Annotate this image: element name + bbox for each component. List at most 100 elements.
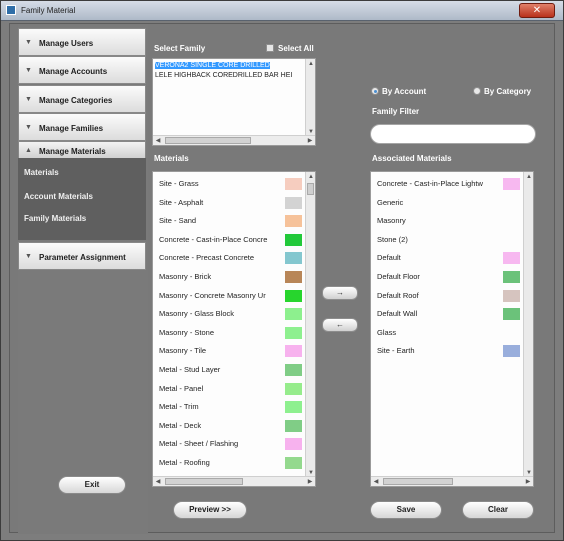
sidebar-item-label: Manage Users <box>39 39 94 48</box>
associated-material-row[interactable]: Default Roof <box>375 288 525 304</box>
associated-materials-label: Associated Materials <box>372 154 452 163</box>
associated-material-row[interactable]: Default Wall <box>375 306 525 322</box>
associated-material-row[interactable]: Generic <box>375 195 525 211</box>
by-category-radio[interactable] <box>473 87 481 95</box>
sidebar-item-label: Manage Categories <box>39 96 113 105</box>
material-color-swatch <box>503 289 520 302</box>
chevron-up-icon: ▲ <box>25 147 32 154</box>
title-bar[interactable]: Family Material ✕ <box>1 1 563 21</box>
scroll-right-icon[interactable]: ▶ <box>305 477 315 486</box>
scroll-right-icon[interactable]: ▶ <box>523 477 533 486</box>
add-material-button[interactable]: → <box>322 286 358 300</box>
material-row[interactable]: Metal - Roofing <box>157 455 307 471</box>
scroll-left-icon[interactable]: ◀ <box>153 477 163 486</box>
material-color-swatch <box>503 271 520 283</box>
preview-button[interactable]: Preview >> <box>173 501 247 519</box>
associated-material-row[interactable]: Masonry <box>375 213 525 229</box>
material-row[interactable]: Concrete - Precast Concrete <box>157 250 307 266</box>
scroll-up-icon[interactable]: ▲ <box>307 173 315 181</box>
material-row[interactable]: Site - Grass <box>157 176 307 192</box>
clear-button[interactable]: Clear <box>462 501 534 519</box>
scroll-left-icon[interactable]: ◀ <box>153 136 163 145</box>
material-color-swatch <box>285 271 302 283</box>
material-name: Masonry - Tile <box>159 346 207 356</box>
chevron-down-icon: ▼ <box>25 253 32 260</box>
scroll-up-icon[interactable]: ▲ <box>525 173 533 181</box>
family-item[interactable]: LELE HIGHBACK COREDRILLED BAR HEI <box>155 72 292 79</box>
remove-material-button[interactable]: ← <box>322 318 358 332</box>
material-row[interactable]: Masonry - Glass Block <box>157 306 307 322</box>
material-color-swatch <box>285 252 302 265</box>
sidebar-item-parameter-assignment[interactable]: ▼ Parameter Assignment <box>18 242 146 270</box>
material-row[interactable]: Masonry - Tile <box>157 343 307 359</box>
material-name: Default Floor <box>377 272 420 281</box>
associated-material-row[interactable]: Default Floor <box>375 269 525 285</box>
exit-button[interactable]: Exit <box>58 476 126 494</box>
family-horizontal-scrollbar[interactable]: ◀ ▶ <box>153 135 315 145</box>
material-row[interactable]: Site - Sand <box>157 213 307 229</box>
material-row[interactable]: Metal - Trim <box>157 399 307 415</box>
scroll-up-icon[interactable]: ▲ <box>307 60 315 68</box>
family-listbox[interactable]: VERONA2 SINGLE CORE DRILLED LELE HIGHBAC… <box>152 58 316 146</box>
material-row[interactable]: Masonry - Stone <box>157 325 307 341</box>
associated-material-row[interactable]: Concrete - Cast-in-Place Lightw <box>375 176 525 192</box>
by-account-radio[interactable] <box>371 87 379 95</box>
sidebar-item-label: Parameter Assignment <box>39 253 126 262</box>
close-button[interactable]: ✕ <box>519 3 555 18</box>
material-row[interactable]: Concrete - Cast-in-Place Concre <box>157 232 307 248</box>
sidebar-item-manage-materials[interactable]: ▲ Manage Materials <box>18 141 146 159</box>
sidebar-item-manage-users[interactable]: ▼ Manage Users <box>18 28 146 56</box>
material-row[interactable]: Metal - Deck <box>157 418 307 434</box>
material-row[interactable]: Masonry - Concrete Masonry Ur <box>157 288 307 304</box>
associated-material-row[interactable]: Site - Earth <box>375 343 525 359</box>
associated-materials-listbox[interactable]: ▲ ▼ ◀ ▶ Concrete - Cast-in-Place Lightw G… <box>370 171 534 487</box>
material-row[interactable]: Masonry - Brick <box>157 269 307 285</box>
material-color-swatch <box>285 419 302 432</box>
by-account-label: By Account <box>382 87 427 96</box>
sidebar-item-manage-accounts[interactable]: ▼ Manage Accounts <box>18 56 146 84</box>
sidebar-item-label: Manage Families <box>39 124 104 133</box>
materials-listbox[interactable]: ▲ ▼ ◀ ▶ Site - Grass Site - Asphalt Site -… <box>152 171 316 487</box>
family-item[interactable]: VERONA2 SINGLE CORE DRILLED <box>155 62 270 69</box>
select-all-checkbox[interactable] <box>266 44 274 52</box>
sidebar-subitem-materials[interactable]: Materials <box>24 168 59 177</box>
material-color-swatch <box>503 178 520 190</box>
materials-horizontal-scrollbar[interactable]: ◀ ▶ <box>153 476 315 486</box>
scroll-thumb[interactable] <box>307 183 314 195</box>
sidebar-subitem-account-materials[interactable]: Account Materials <box>24 192 93 201</box>
save-button[interactable]: Save <box>370 501 442 519</box>
family-vertical-scrollbar[interactable]: ▲ ▼ <box>305 59 315 137</box>
material-color-swatch <box>285 326 302 339</box>
material-row[interactable]: Metal - Panel <box>157 381 307 397</box>
sidebar-item-manage-categories[interactable]: ▼ Manage Categories <box>18 85 146 113</box>
family-filter-input[interactable] <box>370 124 536 144</box>
sidebar-subitem-family-materials[interactable]: Family Materials <box>24 214 86 223</box>
associated-material-row[interactable]: Default <box>375 250 525 266</box>
material-color-swatch <box>503 252 520 265</box>
scroll-left-icon[interactable]: ◀ <box>371 477 381 486</box>
select-family-label: Select Family <box>154 44 206 53</box>
window-title: Family Material <box>21 6 76 15</box>
scroll-right-icon[interactable]: ▶ <box>305 136 315 145</box>
material-color-swatch <box>503 308 520 321</box>
scroll-thumb[interactable] <box>165 478 243 485</box>
material-name: Metal - Panel <box>159 383 204 393</box>
sidebar-item-manage-families[interactable]: ▼ Manage Families <box>18 113 146 141</box>
associated-material-row[interactable]: Stone (2) <box>375 232 525 248</box>
material-color-swatch <box>285 196 302 209</box>
scroll-thumb[interactable] <box>383 478 453 485</box>
material-name: Masonry - Brick <box>159 272 212 281</box>
chevron-down-icon: ▼ <box>25 96 32 103</box>
material-color-swatch <box>285 345 302 358</box>
material-row[interactable]: Metal - Sheet / Flashing <box>157 436 307 452</box>
material-row[interactable]: Site - Asphalt <box>157 195 307 211</box>
associated-horizontal-scrollbar[interactable]: ◀ ▶ <box>371 476 533 486</box>
associated-material-row[interactable]: Glass <box>375 325 525 341</box>
sidebar-item-label: Manage Accounts <box>39 67 108 76</box>
material-name: Glass <box>377 327 397 337</box>
scroll-thumb[interactable] <box>165 137 251 144</box>
material-color-swatch <box>285 382 302 395</box>
material-row[interactable]: Metal - Stud Layer <box>157 362 307 378</box>
chevron-down-icon: ▼ <box>25 124 32 131</box>
app-icon <box>6 5 16 15</box>
